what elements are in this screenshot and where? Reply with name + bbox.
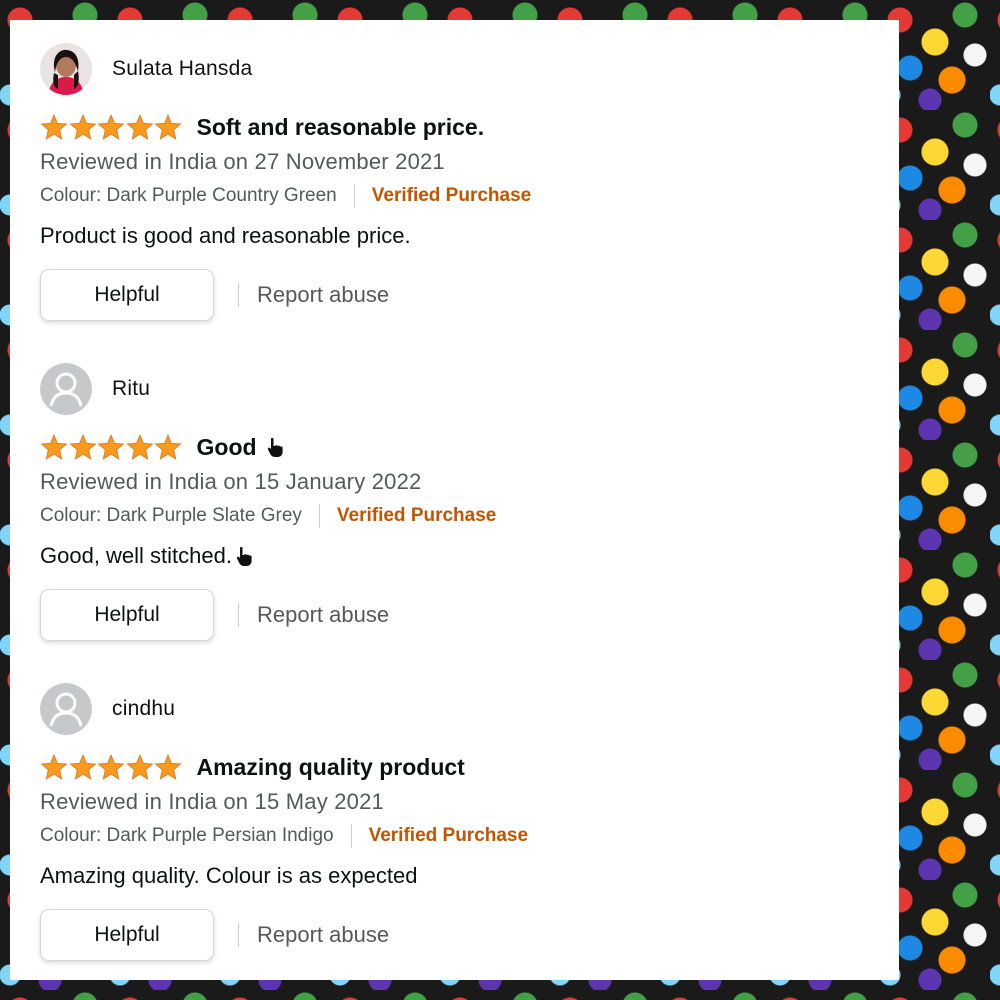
review-body-text: Amazing quality. Colour is as expected <box>40 863 418 888</box>
review-date: Reviewed in India on 27 November 2021 <box>40 149 445 174</box>
star-icon <box>97 114 125 140</box>
avatar[interactable] <box>40 683 92 735</box>
rating-title-row: Soft and reasonable price. <box>40 111 880 143</box>
helpful-button[interactable]: Helpful <box>40 589 214 641</box>
divider <box>350 824 352 848</box>
star-icon <box>154 114 182 140</box>
colour-variant[interactable]: Colour: Dark Purple Country Green <box>40 185 337 207</box>
review-body-text: Product is good and reasonable price. <box>40 223 411 248</box>
star-icon <box>97 754 125 780</box>
divider <box>238 923 239 947</box>
star-icon <box>40 114 68 140</box>
star-icon <box>97 434 125 460</box>
helpful-button[interactable]: Helpful <box>40 269 214 321</box>
helpful-button[interactable]: Helpful <box>40 909 214 961</box>
review-item: Sulata Hansda Soft and reasonable price.… <box>40 42 880 321</box>
star-icon <box>125 114 154 140</box>
default-user-icon <box>40 363 92 415</box>
profile-photo-icon <box>40 43 92 95</box>
pointing-hand-icon <box>236 546 252 566</box>
verified-purchase-badge: Verified Purchase <box>336 505 497 526</box>
report-abuse-link[interactable]: Report abuse <box>257 282 389 308</box>
divider <box>318 504 320 528</box>
rating-title-row: Amazing quality product <box>40 751 880 783</box>
review-body-text: Good, well stitched. <box>40 543 232 568</box>
star-icon <box>68 434 97 460</box>
review-date: Reviewed in India on 15 January 2022 <box>40 469 422 494</box>
review-date: Reviewed in India on 15 May 2021 <box>40 789 384 814</box>
star-icon <box>40 434 68 460</box>
star-icon <box>125 434 154 460</box>
avatar[interactable] <box>40 43 92 95</box>
star-icon <box>68 754 97 780</box>
review-body: Good, well stitched. <box>40 543 880 569</box>
divider <box>353 184 355 208</box>
reviewer-name[interactable]: Ritu <box>112 377 150 401</box>
review-meta: Colour: Dark Purple Country Green Verifi… <box>40 183 880 209</box>
report-abuse-link[interactable]: Report abuse <box>257 602 389 628</box>
reviewer-row: Ritu <box>40 362 880 416</box>
avatar[interactable] <box>40 363 92 415</box>
review-title[interactable]: Soft and reasonable price. <box>197 114 485 141</box>
star-icon <box>154 434 182 460</box>
colour-variant[interactable]: Colour: Dark Purple Slate Grey <box>40 505 302 527</box>
reviewer-row: cindhu <box>40 682 880 736</box>
review-body: Product is good and reasonable price. <box>40 223 880 249</box>
star-rating[interactable] <box>40 754 183 780</box>
colour-variant[interactable]: Colour: Dark Purple Persian Indigo <box>40 825 334 847</box>
verified-purchase-badge: Verified Purchase <box>371 185 532 206</box>
review-item: Ritu Good Reviewed in India on 15 Januar… <box>40 362 880 641</box>
divider <box>238 283 239 307</box>
review-title[interactable]: Good <box>197 434 257 461</box>
star-icon <box>125 754 154 780</box>
review-meta: Colour: Dark Purple Slate Grey Verified … <box>40 503 880 529</box>
reviewer-name[interactable]: Sulata Hansda <box>112 57 252 81</box>
pointing-hand-icon <box>267 437 283 457</box>
review-actions: Helpful Report abuse <box>40 909 880 961</box>
rating-title-row: Good <box>40 431 880 463</box>
review-body: Amazing quality. Colour is as expected <box>40 863 880 889</box>
verified-purchase-badge: Verified Purchase <box>368 825 529 846</box>
star-rating[interactable] <box>40 434 183 460</box>
report-abuse-link[interactable]: Report abuse <box>257 922 389 948</box>
reviews-panel: Sulata Hansda Soft and reasonable price.… <box>10 20 899 980</box>
divider <box>238 603 239 627</box>
star-icon <box>40 754 68 780</box>
review-meta: Colour: Dark Purple Persian Indigo Verif… <box>40 823 880 849</box>
review-actions: Helpful Report abuse <box>40 269 880 321</box>
review-item: cindhu Amazing quality product Reviewed … <box>40 682 880 961</box>
reviewer-row: Sulata Hansda <box>40 42 880 96</box>
star-icon <box>154 754 182 780</box>
reviewer-name[interactable]: cindhu <box>112 697 175 721</box>
star-icon <box>68 114 97 140</box>
review-title[interactable]: Amazing quality product <box>197 754 465 781</box>
star-rating[interactable] <box>40 114 183 140</box>
review-actions: Helpful Report abuse <box>40 589 880 641</box>
default-user-icon <box>40 683 92 735</box>
